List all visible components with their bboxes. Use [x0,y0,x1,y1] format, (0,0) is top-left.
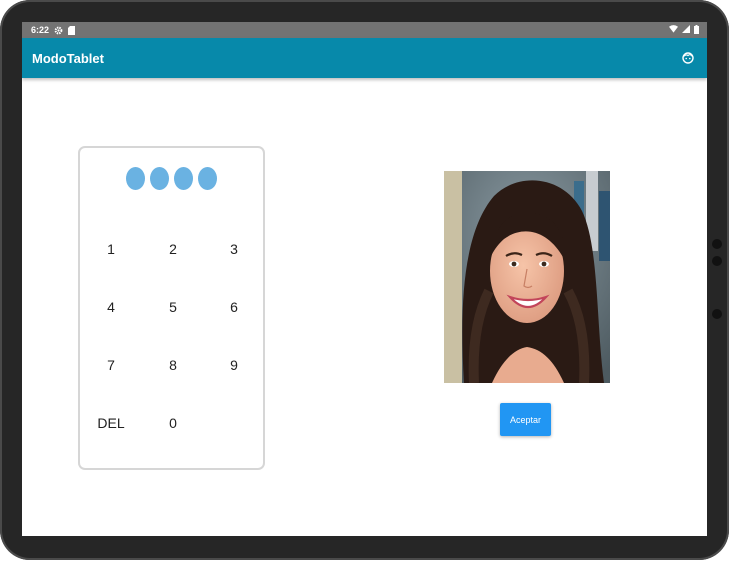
key-7[interactable]: 7 [86,350,136,380]
status-bar: 6:22 [22,22,707,38]
face-icon[interactable] [682,52,694,64]
pin-dot [126,167,145,190]
key-4[interactable]: 4 [86,292,136,322]
app-bar: ModoTablet [22,38,707,78]
settings-icon [54,26,63,35]
key-9[interactable]: 9 [209,350,259,380]
pin-dot [174,167,193,190]
key-0[interactable]: 0 [148,408,198,438]
key-3[interactable]: 3 [209,234,259,264]
key-5[interactable]: 5 [148,292,198,322]
key-2[interactable]: 2 [148,234,198,264]
tablet-frame: 6:22 ModoTablet 1 2 3 4 5 6 7 8 9 DEL 0 … [0,0,729,560]
pin-dot [198,167,217,190]
key-6[interactable]: 6 [209,292,259,322]
app-title: ModoTablet [32,50,104,66]
user-photo [444,171,610,383]
wifi-icon [669,25,678,35]
side-button [712,256,722,266]
accept-button[interactable]: Aceptar [500,403,551,436]
signal-icon [682,25,690,35]
battery-icon [694,24,699,36]
key-1[interactable]: 1 [86,234,136,264]
delete-key[interactable]: DEL [86,408,136,438]
side-button [712,239,722,249]
pin-indicator [80,167,263,190]
pin-keypad: 1 2 3 4 5 6 7 8 9 DEL 0 [78,146,265,470]
sd-card-icon [68,25,76,35]
side-button [712,309,722,319]
screen: 6:22 ModoTablet 1 2 3 4 5 6 7 8 9 DEL 0 … [22,22,707,536]
status-time: 6:22 [31,25,50,35]
key-8[interactable]: 8 [148,350,198,380]
pin-dot [150,167,169,190]
